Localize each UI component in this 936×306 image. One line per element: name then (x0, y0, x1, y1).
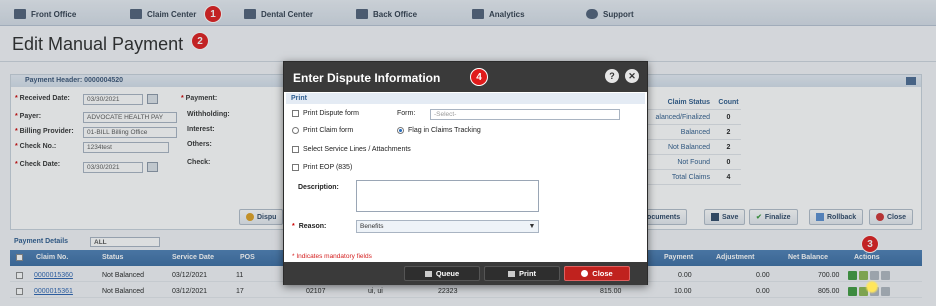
print-eop-checkbox[interactable] (292, 164, 299, 171)
queue-icon (424, 270, 432, 277)
mandatory-note: * Indicates mandatory fields (292, 253, 372, 260)
description-label: Description: (298, 184, 339, 191)
dialog-header: Enter Dispute Information ? ✕ (284, 62, 647, 92)
dispute-dialog: Enter Dispute Information ? ✕ Print Prin… (283, 61, 648, 285)
select-lines-option[interactable]: Select Service Lines / Attachments (292, 146, 411, 153)
description-textarea[interactable] (356, 180, 539, 212)
form-select[interactable]: -Select- (430, 109, 620, 120)
close-icon[interactable]: ✕ (625, 69, 639, 83)
print-button[interactable]: Print (484, 266, 560, 281)
mouse-cursor (865, 280, 879, 294)
print-section-title: Print (286, 93, 645, 104)
flag-tracking-option[interactable]: Flag in Claims Tracking (397, 127, 481, 134)
print-eop-option[interactable]: Print EOP (835) (292, 164, 352, 171)
queue-button[interactable]: Queue (404, 266, 480, 281)
dialog-footer: Queue Print Close (284, 262, 647, 285)
select-lines-checkbox[interactable] (292, 146, 299, 153)
print-claim-radio[interactable] (292, 127, 299, 134)
dialog-title: Enter Dispute Information (293, 71, 441, 85)
print-dispute-option[interactable]: Print Dispute form (292, 110, 359, 117)
print-dispute-checkbox[interactable] (292, 110, 299, 117)
close-icon (581, 270, 589, 277)
dialog-close-button[interactable]: Close (564, 266, 630, 281)
callout-badge-4: 4 (470, 68, 488, 86)
flag-tracking-radio[interactable] (397, 127, 404, 134)
reason-select[interactable]: Benefits (356, 220, 539, 233)
print-icon (507, 270, 515, 277)
reason-label: * Reason: (292, 223, 327, 230)
chevron-down-icon[interactable]: ▼ (525, 220, 539, 233)
form-label: Form: (397, 110, 416, 117)
help-icon[interactable]: ? (605, 69, 619, 83)
print-claim-option[interactable]: Print Claim form (292, 127, 353, 134)
